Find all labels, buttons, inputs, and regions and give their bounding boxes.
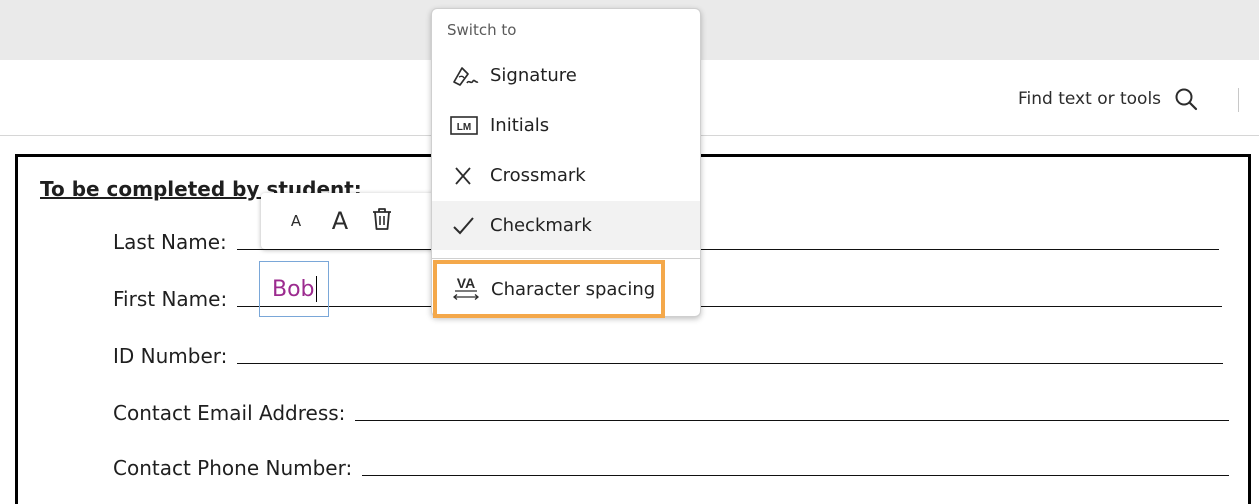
contact-email-line[interactable]	[355, 419, 1229, 421]
find-text-or-tools[interactable]: Find text or tools	[1018, 82, 1199, 116]
first-name-label: First Name:	[113, 287, 228, 311]
initials-icon: LM	[450, 113, 484, 139]
text-caret	[315, 276, 317, 302]
contact-email-row: Contact Email Address:	[113, 401, 1229, 425]
character-spacing-icon: VA	[451, 275, 485, 302]
crossmark-icon	[450, 163, 484, 189]
first-name-value: Bob	[272, 276, 315, 302]
id-number-row: ID Number:	[113, 344, 1223, 368]
signature-icon	[450, 63, 484, 89]
character-spacing-icon-text: VA	[457, 275, 475, 291]
switch-to-menu: Switch to Signature LM Initials Crossmar…	[431, 8, 701, 318]
checkmark-icon	[450, 213, 484, 239]
initials-icon-text: LM	[457, 122, 471, 133]
delete-button[interactable]	[363, 201, 401, 241]
decrease-font-size-button[interactable]: A	[277, 201, 315, 241]
id-number-line[interactable]	[237, 362, 1223, 364]
last-name-label: Last Name:	[113, 230, 227, 254]
menu-divider	[432, 258, 700, 259]
menu-item-label: Initials	[490, 115, 550, 136]
menu-item-initials[interactable]: LM Initials	[432, 101, 700, 150]
contact-phone-row: Contact Phone Number:	[113, 456, 1229, 480]
trash-icon	[370, 206, 394, 236]
menu-item-label: Crossmark	[490, 165, 586, 186]
menu-title: Switch to	[447, 21, 517, 39]
first-name-text-field[interactable]: Bob	[259, 261, 329, 317]
text-edit-toolbar: A A	[261, 193, 437, 249]
toolbar-divider	[1238, 88, 1239, 112]
contact-phone-line[interactable]	[362, 474, 1229, 476]
id-number-label: ID Number:	[113, 344, 228, 368]
increase-font-size-button[interactable]: A	[321, 201, 359, 241]
first-name-line[interactable]	[237, 305, 1222, 307]
menu-item-label: Character spacing	[491, 278, 656, 300]
menu-item-label: Checkmark	[490, 215, 592, 236]
menu-item-crossmark[interactable]: Crossmark	[432, 151, 700, 200]
search-icon[interactable]	[1173, 86, 1199, 112]
menu-item-label: Signature	[490, 65, 577, 86]
find-label: Find text or tools	[1018, 89, 1162, 109]
menu-item-checkmark[interactable]: Checkmark	[432, 201, 700, 250]
menu-item-signature[interactable]: Signature	[432, 51, 700, 100]
menu-item-character-spacing[interactable]: VA Character spacing	[433, 260, 665, 318]
contact-phone-label: Contact Phone Number:	[113, 456, 353, 480]
contact-email-label: Contact Email Address:	[113, 401, 346, 425]
